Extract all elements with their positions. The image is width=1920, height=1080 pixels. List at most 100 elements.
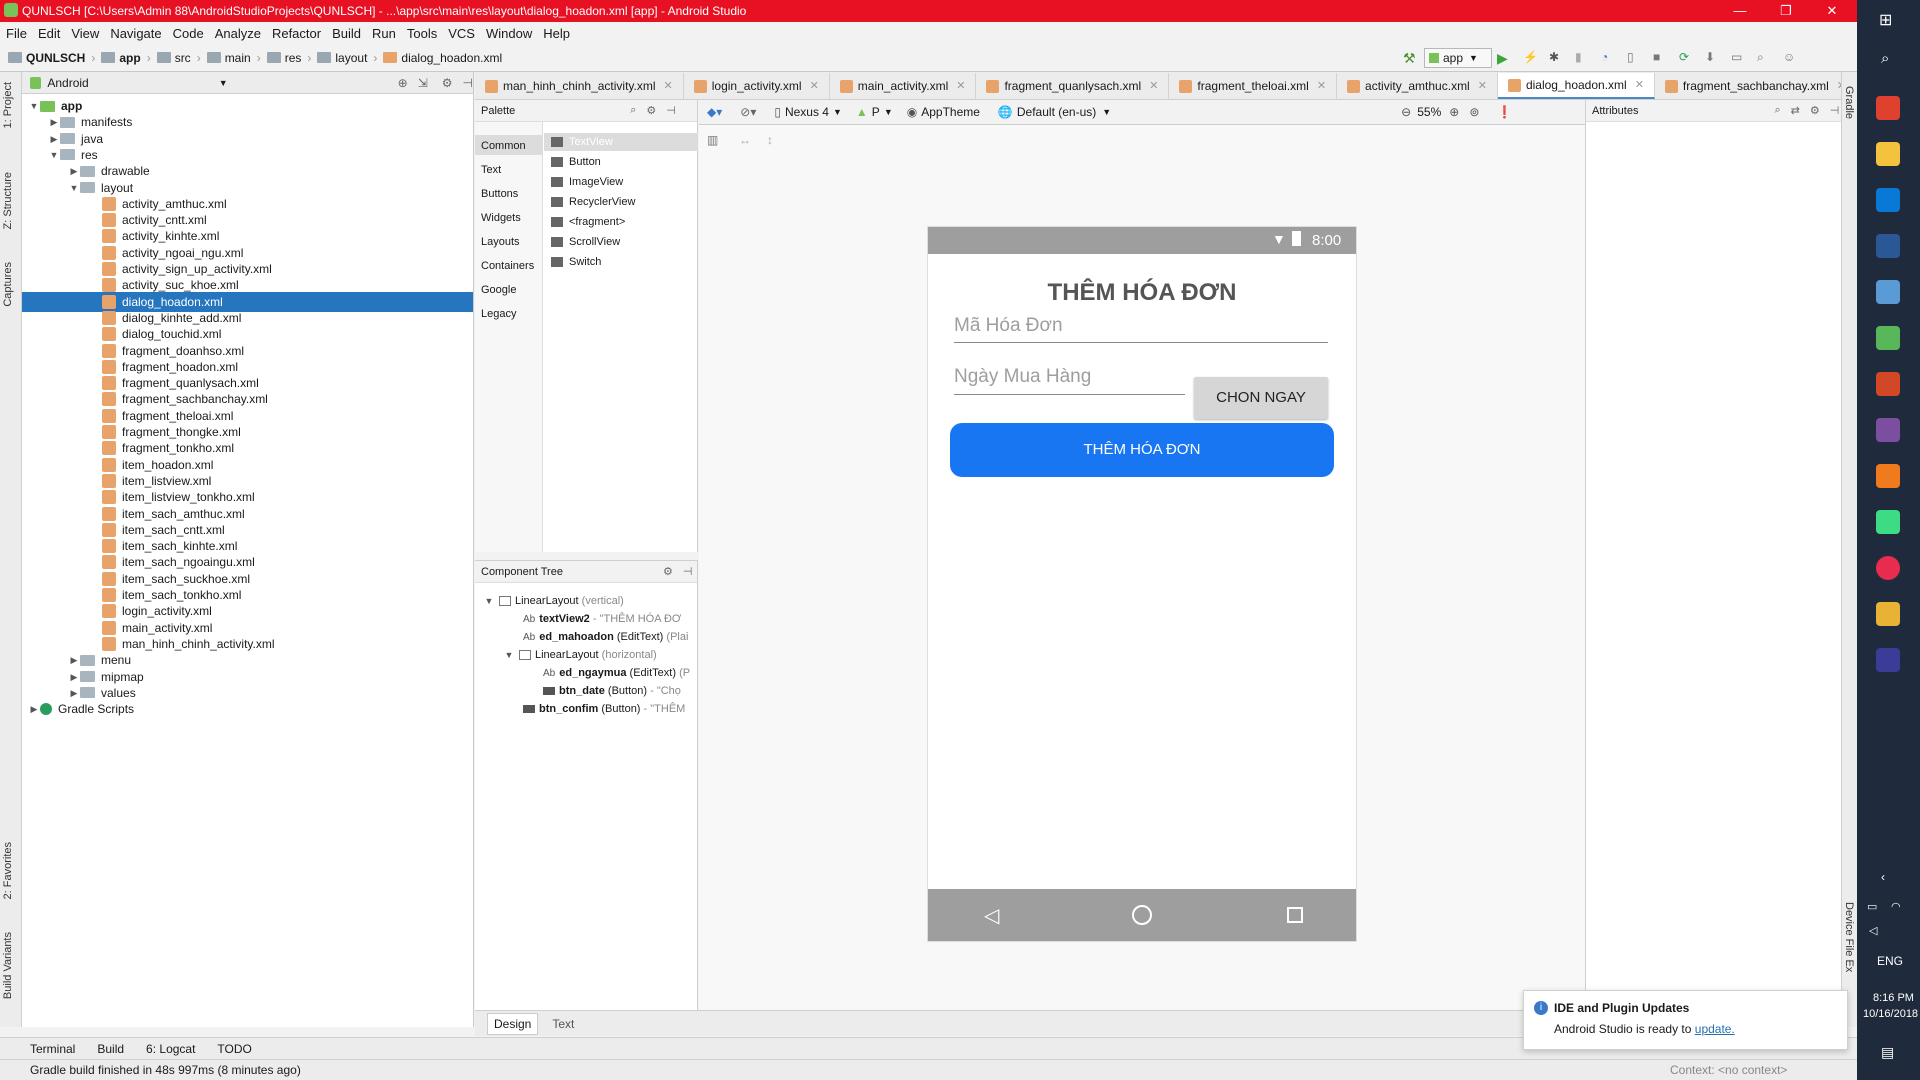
tool-tab-logcat[interactable]: 6: Logcat <box>146 1042 195 1056</box>
editor-tab[interactable]: fragment_theloai.xml ✕ <box>1169 73 1338 99</box>
invoice-code-input[interactable]: Mã Hóa Đơn <box>954 311 1328 343</box>
maximize-button[interactable]: ❐ <box>1763 0 1809 22</box>
search-icon[interactable]: ⌕ <box>1881 50 1889 67</box>
tree-node[interactable]: Ab ed_ngaymua (EditText) (P <box>543 667 690 679</box>
menu-help[interactable]: Help <box>543 26 570 41</box>
battery-icon[interactable]: ▭ <box>1867 900 1877 913</box>
close-button[interactable]: ✕ <box>1809 0 1855 22</box>
firefox-icon[interactable] <box>1876 464 1900 488</box>
locate-icon[interactable]: ⊕ <box>398 76 408 90</box>
virtualbox-icon[interactable] <box>1876 280 1900 304</box>
home-icon[interactable] <box>1132 905 1152 925</box>
breadcrumb-res[interactable]: res › <box>266 51 311 65</box>
tree-node[interactable]: btn_confim (Button) - "THÊM <box>523 703 685 715</box>
breadcrumb-src[interactable]: src › <box>156 51 201 65</box>
purchase-date-input[interactable]: Ngày Mua Hàng <box>954 362 1185 395</box>
palette-item[interactable]: <fragment> <box>551 216 625 228</box>
editor-tab[interactable]: man_hinh_chinh_activity.xml ✕ <box>475 73 684 99</box>
tool-tab-gradle[interactable]: Gradle <box>1843 86 1855 119</box>
menu-edit[interactable]: Edit <box>38 26 60 41</box>
tab-design[interactable]: Design <box>487 1012 539 1035</box>
tree-node[interactable]: ▼ LinearLayout (horizontal) <box>503 649 657 661</box>
debug-icon[interactable]: ✱ <box>1549 50 1565 66</box>
profile-icon[interactable]: ▮ <box>1575 50 1591 66</box>
palette-category[interactable]: Buttons <box>481 188 518 200</box>
chevron-down-icon[interactable]: ▼ <box>503 650 515 660</box>
gear-icon[interactable]: ⚙ <box>442 76 453 90</box>
palette-category[interactable]: Google <box>481 284 516 296</box>
winrar-icon[interactable] <box>1876 418 1900 442</box>
avd-icon[interactable]: ▯ <box>1627 50 1643 66</box>
device-manager-icon[interactable]: ▭ <box>1731 50 1747 66</box>
palette-category[interactable]: Legacy <box>481 308 516 320</box>
tool-tab-build[interactable]: Build <box>97 1042 124 1056</box>
palette-category[interactable]: Containers <box>481 260 534 272</box>
chevron-down-icon[interactable]: ▼ <box>483 596 495 606</box>
update-link[interactable]: update. <box>1695 1022 1735 1036</box>
theme-select[interactable]: AppTheme <box>921 105 980 119</box>
palette-item[interactable]: ScrollView <box>551 236 620 248</box>
tree-folder-item[interactable]: ▶ Gradle Scripts <box>22 699 473 719</box>
close-icon[interactable]: ✕ <box>956 73 965 99</box>
word-icon[interactable] <box>1876 234 1900 258</box>
editor-tab[interactable]: fragment_quanlysach.xml ✕ <box>976 73 1170 99</box>
gear-icon[interactable]: ⚙ <box>663 565 673 578</box>
network-app-icon[interactable] <box>1876 326 1900 350</box>
tool-tab-terminal[interactable]: Terminal <box>30 1042 75 1056</box>
stop-icon[interactable]: ■ <box>1653 50 1669 66</box>
menu-vcs[interactable]: VCS <box>448 26 475 41</box>
menu-navigate[interactable]: Navigate <box>110 26 161 41</box>
zoom-in-icon[interactable]: ⊕ <box>1449 105 1459 119</box>
breadcrumb-project[interactable]: QUNLSCH › <box>8 51 95 65</box>
tool-tab-project[interactable]: 1: Project <box>2 82 14 128</box>
minimize-button[interactable]: — <box>1717 0 1763 22</box>
editor-tab-active[interactable]: dialog_hoadon.xml ✕ <box>1497 72 1655 99</box>
close-icon[interactable]: ✕ <box>1478 73 1487 99</box>
palette-item[interactable]: ImageView <box>551 176 623 188</box>
tool-tab-favorites[interactable]: 2: Favorites <box>2 842 14 899</box>
device-select[interactable]: Nexus 4 <box>785 105 829 119</box>
language-indicator[interactable]: ENG <box>1877 954 1903 968</box>
tree-node[interactable]: ▼ LinearLayout (vertical) <box>483 595 624 607</box>
tab-text[interactable]: Text <box>546 1014 580 1034</box>
gear-icon[interactable]: ⚙ <box>1810 104 1820 117</box>
project-view-select[interactable]: Android <box>47 76 88 90</box>
action-center-icon[interactable]: ▤ <box>1881 1044 1894 1061</box>
tree-node[interactable]: btn_date (Button) - "Chọ <box>543 685 681 697</box>
breadcrumb-main[interactable]: main › <box>206 51 261 65</box>
editor-tab[interactable]: login_activity.xml ✕ <box>684 73 830 99</box>
palette-item[interactable]: RecyclerView <box>551 196 635 208</box>
palette-category[interactable]: Widgets <box>481 212 521 224</box>
gear-icon[interactable]: ⚙ <box>646 104 656 117</box>
close-icon[interactable]: ✕ <box>1149 73 1158 99</box>
back-icon[interactable]: ◁ <box>984 903 999 928</box>
palette-category[interactable]: Common <box>481 140 526 152</box>
editor-tab[interactable]: fragment_sachbanchay.xml✕ <box>1655 73 1857 99</box>
layers-icon[interactable]: ◆▾ <box>707 105 722 119</box>
blueprint-toggle-icon[interactable]: ▥ <box>707 133 718 147</box>
chrome-icon[interactable] <box>1876 96 1900 120</box>
run-config-select[interactable]: app ▼ <box>1424 48 1492 68</box>
tool-tab-build-variants[interactable]: Build Variants <box>2 932 14 999</box>
phone-preview[interactable]: ▼ 8:00 THÊM HÓA ĐƠN Mã Hóa Đơn Ngày Mua … <box>927 226 1357 942</box>
android-studio-icon[interactable] <box>1876 510 1900 534</box>
tree-node[interactable]: Ab ed_mahoadon (EditText) (Plai <box>523 631 688 643</box>
clock-time[interactable]: 8:16 PM <box>1873 992 1914 1004</box>
breadcrumb-app[interactable]: app › <box>101 51 151 65</box>
orientation-icon[interactable]: ⊘▾ <box>740 105 756 119</box>
resize-horizontal-icon[interactable]: ↔ <box>739 133 751 147</box>
hide-icon[interactable]: ⊣ <box>1830 104 1840 117</box>
tool-tab-structure[interactable]: Z: Structure <box>2 172 14 229</box>
palette-item[interactable]: TextView <box>551 136 613 148</box>
palette-item[interactable]: Switch <box>551 256 601 268</box>
sdk-manager-icon[interactable]: ⬇ <box>1705 50 1721 66</box>
hammer-icon[interactable]: ⚒ <box>1403 50 1419 66</box>
user-icon[interactable]: ☺ <box>1783 50 1799 66</box>
menu-file[interactable]: File <box>6 26 27 41</box>
close-icon[interactable]: ✕ <box>1635 72 1644 98</box>
search-icon[interactable]: ⌕ <box>630 104 636 117</box>
confirm-invoice-button[interactable]: THÊM HÓA ĐƠN <box>950 423 1334 477</box>
close-icon[interactable]: ✕ <box>1317 73 1326 99</box>
palette-item[interactable]: Button <box>551 156 601 168</box>
search-icon[interactable]: ⌕ <box>1774 104 1780 117</box>
